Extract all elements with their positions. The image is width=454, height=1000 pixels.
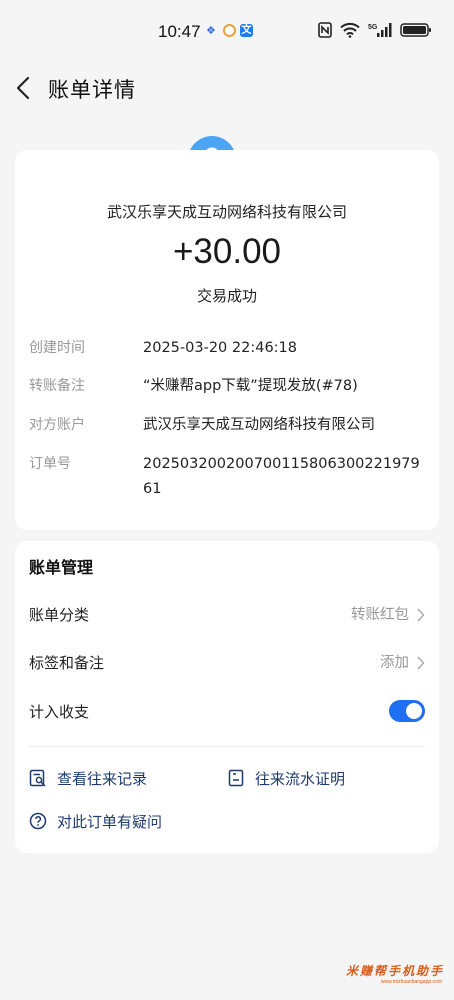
- nfc-icon: [318, 22, 332, 38]
- detail-value: 2025-03-20 22:46:18: [143, 340, 297, 356]
- row-value: 添加: [380, 655, 409, 671]
- detail-value: 武汉乐享天成互动网络科技有限公司: [143, 417, 375, 433]
- chevron-right-icon: [417, 656, 425, 670]
- section-title: 账单管理: [29, 558, 94, 577]
- link-text: 往来流水证明: [255, 769, 346, 788]
- transaction-status: 交易成功: [196, 287, 257, 305]
- bill-category-row[interactable]: 账单分类 转账红包: [29, 602, 425, 628]
- wifi-icon: [340, 22, 360, 38]
- watermark-logo: 米赚帮手机助手: [345, 964, 444, 978]
- transaction-amount: +30.00: [172, 232, 282, 271]
- signal-5g-icon: 5G: [368, 23, 392, 37]
- statement-proof-link[interactable]: 往来流水证明: [227, 766, 345, 790]
- battery-icon: [400, 23, 431, 37]
- toggle-knob: [406, 703, 422, 719]
- records-search-icon: [29, 769, 46, 787]
- detail-label: 对方账户: [29, 417, 85, 433]
- payee-name: 武汉乐享天成互动网络科技有限公司: [106, 203, 347, 221]
- link-text: 查看往来记录: [57, 769, 148, 788]
- detail-value: “米赚帮app下载”提现发放(#78): [143, 378, 358, 394]
- status-right: 5G: [318, 22, 432, 38]
- row-label: 计入收支: [29, 703, 90, 721]
- detail-value[interactable]: 20250320020070011580630022197961: [143, 452, 425, 502]
- detail-label: 创建时间: [29, 340, 85, 356]
- paw-icon: ❖: [206, 24, 216, 37]
- status-time: 10:47: [158, 22, 201, 41]
- status-app-icons: ❖ 文: [206, 24, 253, 37]
- detail-label: 转账备注: [29, 378, 85, 394]
- detail-label: 订单号: [29, 456, 71, 472]
- link-text: 对此订单有疑问: [57, 812, 163, 831]
- order-question-link[interactable]: 对此订单有疑问: [29, 809, 162, 833]
- chevron-right-icon: [417, 608, 425, 622]
- transaction-card: 武汉乐享天成互动网络科技有限公司 +30.00 交易成功 创建时间 2025-0…: [15, 150, 439, 530]
- header: 账单详情: [0, 62, 454, 114]
- divider: [29, 746, 425, 747]
- tags-notes-row[interactable]: 标签和备注 添加: [29, 650, 425, 676]
- watermark-url: www.mizhuanbangapp.com: [380, 979, 442, 985]
- row-label: 账单分类: [29, 606, 90, 624]
- row-value: 转账红包: [351, 607, 409, 623]
- bill-manage-card: 账单管理 账单分类 转账红包 标签和备注 添加 计入收支 查看往来记录 往来流水…: [15, 541, 439, 853]
- question-circle-icon: [29, 812, 47, 830]
- back-arrow-icon[interactable]: [12, 74, 36, 102]
- document-icon: [228, 769, 244, 787]
- wen-icon: 文: [240, 24, 253, 37]
- svg-text:5G: 5G: [368, 24, 378, 31]
- include-in-balance-row: 计入收支: [29, 699, 425, 725]
- include-in-balance-toggle[interactable]: [389, 700, 425, 722]
- page-title: 账单详情: [48, 78, 136, 102]
- status-bar: 10:47 ❖ 文 5G: [0, 0, 454, 64]
- row-label: 标签和备注: [29, 654, 105, 672]
- ring-icon: [223, 24, 236, 37]
- view-records-link[interactable]: 查看往来记录: [29, 766, 147, 790]
